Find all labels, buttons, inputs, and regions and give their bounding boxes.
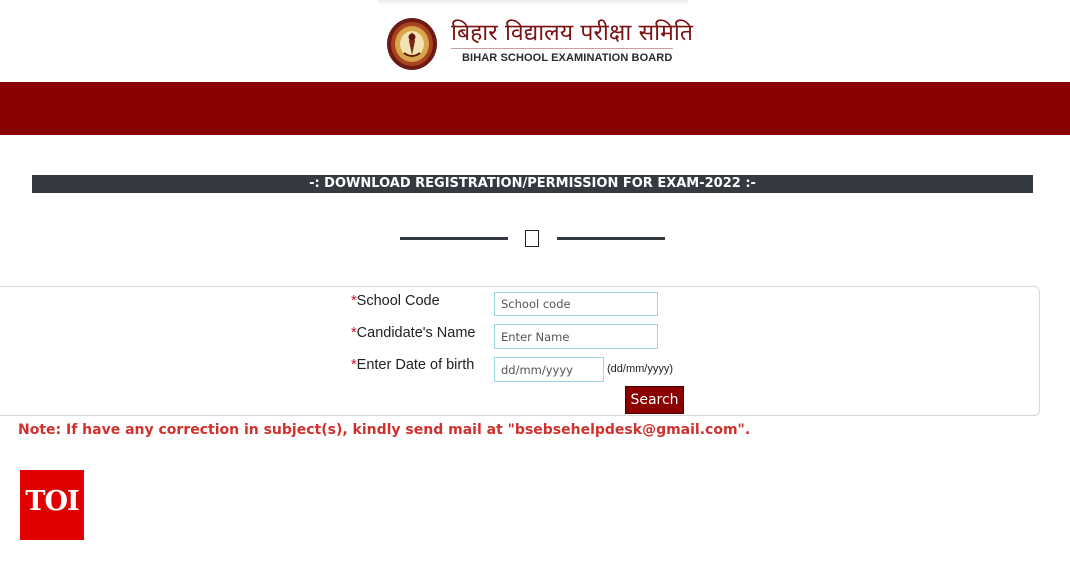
candidate-name-label-text: Candidate's Name: [356, 325, 476, 341]
candidate-name-input[interactable]: [494, 324, 658, 349]
header-shadow: [378, 0, 688, 6]
divider-right: [557, 237, 665, 240]
page-title: -: DOWNLOAD REGISTRATION/PERMISSION FOR …: [32, 175, 1033, 193]
divider-left: [400, 237, 508, 240]
school-code-label: *School Code: [351, 292, 440, 310]
correction-note: Note: If have any correction in subject(…: [18, 422, 751, 438]
dob-label-text: Enter Date of birth: [356, 357, 475, 373]
org-name-english: BIHAR SCHOOL EXAMINATION BOARD: [462, 52, 673, 64]
school-code-input[interactable]: [494, 292, 658, 316]
toi-watermark-logo: TOI: [20, 470, 84, 540]
search-button[interactable]: Search: [625, 386, 684, 414]
bseb-seal-icon: [387, 18, 437, 70]
org-name-hindi: बिहार विद्यालय परीक्षा समिति: [451, 20, 693, 46]
candidate-name-label: *Candidate's Name: [351, 324, 476, 342]
org-name-underline: [451, 48, 673, 49]
dob-input[interactable]: [494, 357, 604, 382]
empty-box-icon: [525, 230, 539, 247]
dob-label: *Enter Date of birth: [351, 356, 474, 374]
header-band: [0, 82, 1070, 135]
school-code-label-text: School Code: [356, 293, 440, 309]
dob-format-hint: (dd/mm/yyyy): [607, 363, 673, 375]
